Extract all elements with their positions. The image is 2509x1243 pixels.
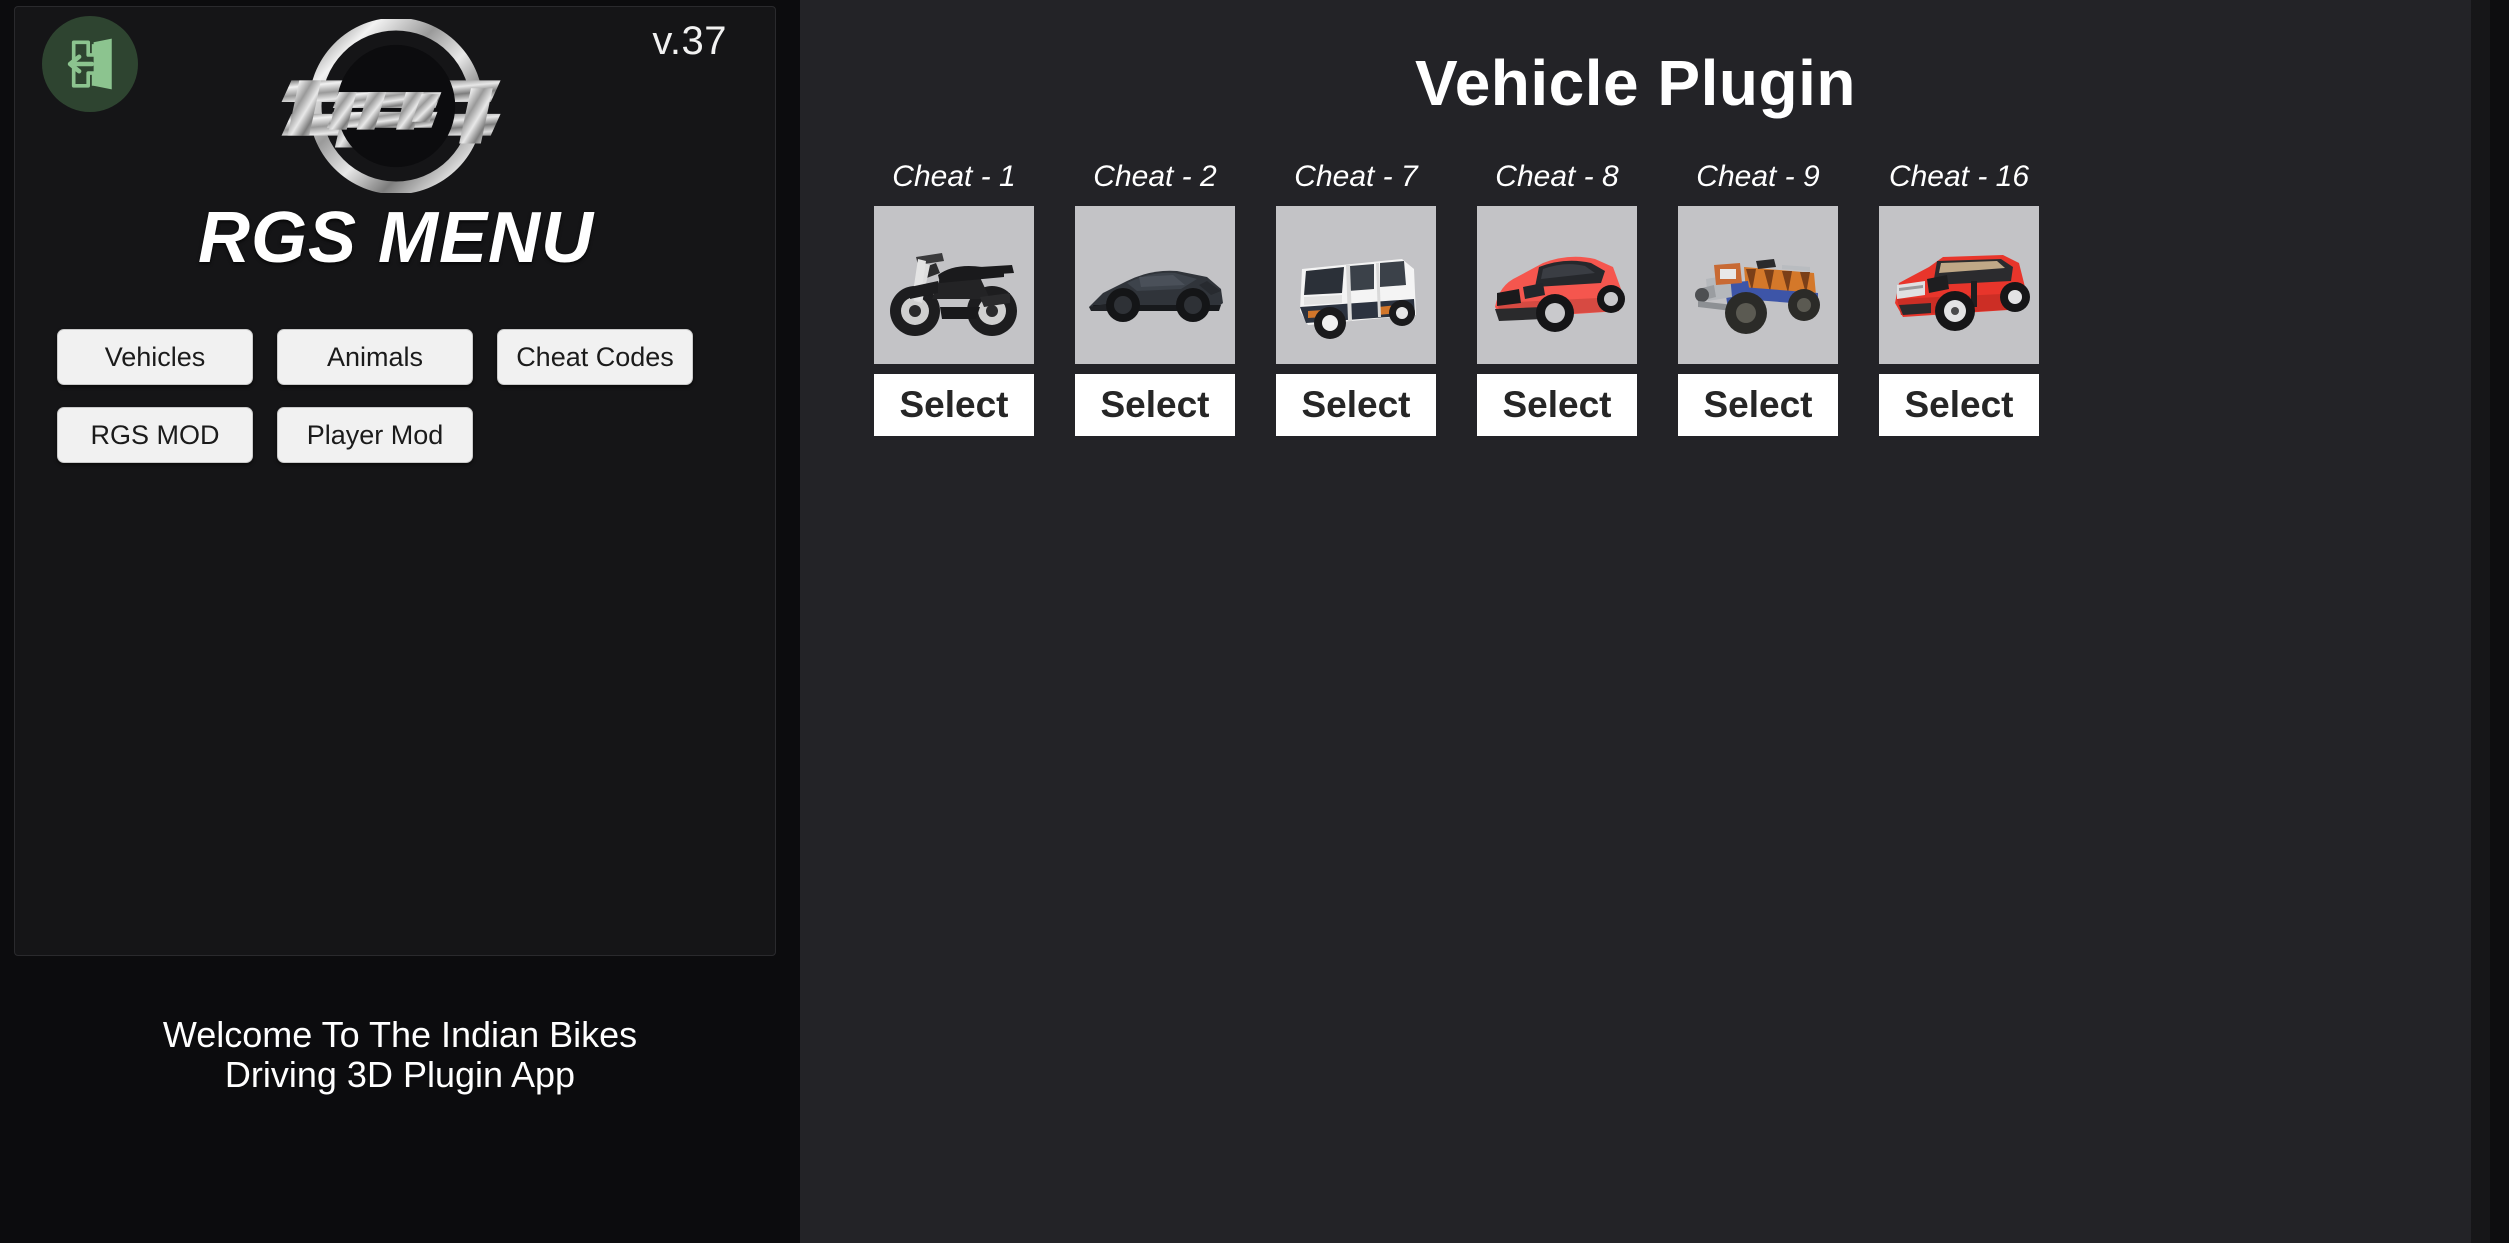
select-button[interactable]: Select: [1879, 374, 2039, 436]
sidebar-item-rgs-mod[interactable]: RGS MOD: [57, 407, 253, 463]
sidebar-menu: Vehicles Animals Cheat Codes RGS MOD Pla…: [57, 329, 737, 463]
vehicle-grid: Cheat - 1 Select Cheat - 2 Select Cheat …: [874, 160, 2434, 436]
vehicle-card: Cheat - 16 Select: [1879, 160, 2039, 436]
sidebar-item-player-mod[interactable]: Player Mod: [277, 407, 473, 463]
vehicle-card-label: Cheat - 1: [892, 160, 1016, 193]
red-hatchback-icon: [1483, 211, 1631, 359]
vehicle-thumbnail[interactable]: [1477, 206, 1637, 364]
vehicle-card-label: Cheat - 2: [1093, 160, 1217, 193]
select-button[interactable]: Select: [874, 374, 1034, 436]
motorcycle-icon: [880, 211, 1028, 359]
sidebar-item-vehicles[interactable]: Vehicles: [57, 329, 253, 385]
vehicle-card-label: Cheat - 9: [1696, 160, 1820, 193]
vehicle-card: Cheat - 2 Select: [1075, 160, 1235, 436]
select-button[interactable]: Select: [1075, 374, 1235, 436]
red-suv-icon: [1885, 211, 2033, 359]
select-button[interactable]: Select: [1678, 374, 1838, 436]
select-button[interactable]: Select: [1477, 374, 1637, 436]
main-title: Vehicle Plugin: [1415, 47, 1856, 119]
vehicle-card-label: Cheat - 16: [1888, 160, 2030, 193]
main-panel: Vehicle Plugin Cheat - 1 Select Cheat - …: [800, 0, 2490, 1243]
app-root: v.37 RGS MENU Vehicles Animals Cheat Cod…: [0, 0, 2509, 1243]
vehicle-thumbnail[interactable]: [1276, 206, 1436, 364]
sidebar-item-cheat-codes[interactable]: Cheat Codes: [497, 329, 693, 385]
vehicle-card: Cheat - 9 Select: [1678, 160, 1838, 436]
vehicle-thumbnail[interactable]: [1678, 206, 1838, 364]
vehicle-card-label: Cheat - 7: [1294, 160, 1418, 193]
three-wheeler-tractor-icon: [1684, 211, 1832, 359]
select-button[interactable]: Select: [1276, 374, 1436, 436]
welcome-text: Welcome To The Indian Bikes Driving 3D P…: [162, 1014, 638, 1096]
sidebar-panel: v.37 RGS MENU Vehicles Animals Cheat Cod…: [14, 6, 776, 956]
vehicle-card: Cheat - 1 Select: [874, 160, 1034, 436]
vehicle-thumbnail[interactable]: [1879, 206, 2039, 364]
vehicle-thumbnail[interactable]: [874, 206, 1034, 364]
sidebar: v.37 RGS MENU Vehicles Animals Cheat Cod…: [0, 0, 800, 1243]
supercar-icon: [1081, 211, 1229, 359]
sidebar-item-animals[interactable]: Animals: [277, 329, 473, 385]
page-title: RGS MENU: [197, 198, 595, 278]
vehicle-thumbnail[interactable]: [1075, 206, 1235, 364]
rgs-logo: [15, 19, 777, 193]
vehicle-card: Cheat - 8 Select: [1477, 160, 1637, 436]
panel-right-edge: [2471, 0, 2490, 1243]
vehicle-card: Cheat - 7 Select: [1276, 160, 1436, 436]
vehicle-card-label: Cheat - 8: [1495, 160, 1619, 193]
white-van-icon: [1282, 211, 1430, 359]
